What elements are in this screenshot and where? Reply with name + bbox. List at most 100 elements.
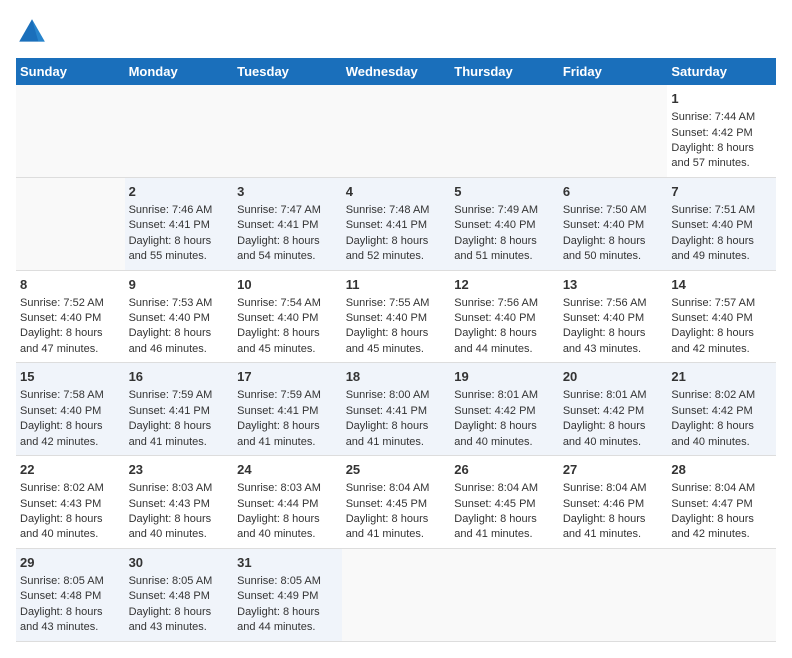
sunrise: Sunrise: 7:47 AM bbox=[237, 204, 321, 216]
calendar-cell: 10 Sunrise: 7:54 AM Sunset: 4:40 PM Dayligh… bbox=[233, 270, 342, 363]
header-day: Friday bbox=[559, 58, 668, 85]
sunset: Sunset: 4:43 PM bbox=[20, 498, 101, 510]
day-number: 11 bbox=[346, 276, 447, 294]
daylight: Daylight: 8 hours and 42 minutes. bbox=[671, 513, 754, 540]
calendar-cell: 5Sunrise: 7:49 AMSunset: 4:40 PMDaylight… bbox=[450, 177, 559, 270]
daylight: Daylight: 8 hours and 47 minutes. bbox=[20, 327, 103, 354]
daylight: Daylight: 8 hours and 44 minutes. bbox=[237, 606, 320, 633]
calendar-cell: 11Sunrise: 7:55 AMSunset: 4:40 PMDayligh… bbox=[342, 270, 451, 363]
sunrise: Sunrise: 7:52 AM bbox=[20, 297, 104, 309]
calendar-cell: 15Sunrise: 7:58 AMSunset: 4:40 PMDayligh… bbox=[16, 363, 125, 456]
sunrise: Sunrise: 7:46 AM bbox=[129, 204, 213, 216]
empty-cell bbox=[16, 85, 125, 177]
sunset: Sunset: 4:40 PM bbox=[20, 405, 101, 417]
header-day: Tuesday bbox=[233, 58, 342, 85]
sunset: Sunset: 4:41 PM bbox=[129, 219, 210, 231]
sunset: Sunset: 4:45 PM bbox=[346, 498, 427, 510]
calendar-cell: 18Sunrise: 8:00 AMSunset: 4:41 PMDayligh… bbox=[342, 363, 451, 456]
day-number: 13 bbox=[563, 276, 664, 294]
calendar-cell: 12Sunrise: 7:56 AMSunset: 4:40 PMDayligh… bbox=[450, 270, 559, 363]
calendar-row: 2Sunrise: 7:46 AMSunset: 4:41 PMDaylight… bbox=[16, 177, 776, 270]
calendar-table: SundayMondayTuesdayWednesdayThursdayFrid… bbox=[16, 58, 776, 642]
empty-cell bbox=[16, 177, 125, 270]
day-number: 16 bbox=[129, 368, 230, 386]
sunrise: Sunrise: 8:01 AM bbox=[454, 389, 538, 401]
header-day: Monday bbox=[125, 58, 234, 85]
sunset: Sunset: 4:40 PM bbox=[563, 312, 644, 324]
sunset: Sunset: 4:40 PM bbox=[671, 219, 752, 231]
calendar-row: 29 Sunrise: 8:05 AM Sunset: 4:48 PM Dayligh… bbox=[16, 548, 776, 641]
sunrise: Sunrise: 7:53 AM bbox=[129, 297, 213, 309]
day-number: 24 bbox=[237, 461, 338, 479]
sunset: Sunset: 4:42 PM bbox=[671, 405, 752, 417]
day-number: 19 bbox=[454, 368, 555, 386]
sunrise: Sunrise: 8:03 AM bbox=[237, 482, 321, 494]
sunrise: Sunrise: 8:01 AM bbox=[563, 389, 647, 401]
sunrise: Sunrise: 7:56 AM bbox=[563, 297, 647, 309]
sunrise: Sunrise: 7:50 AM bbox=[563, 204, 647, 216]
day-number: 4 bbox=[346, 183, 447, 201]
calendar-cell: 17Sunrise: 7:59 AMSunset: 4:41 PMDayligh… bbox=[233, 363, 342, 456]
header-day: Wednesday bbox=[342, 58, 451, 85]
calendar-body: 1Sunrise: 7:44 AMSunset: 4:42 PMDaylight… bbox=[16, 85, 776, 641]
calendar-cell: 20Sunrise: 8:01 AMSunset: 4:42 PMDayligh… bbox=[559, 363, 668, 456]
daylight: Daylight: 8 hours and 40 minutes. bbox=[454, 420, 537, 447]
calendar-cell: 16Sunrise: 7:59 AMSunset: 4:41 PMDayligh… bbox=[125, 363, 234, 456]
daylight: Daylight: 8 hours and 40 minutes. bbox=[20, 513, 103, 540]
sunrise: Sunrise: 8:02 AM bbox=[671, 389, 755, 401]
day-number: 26 bbox=[454, 461, 555, 479]
sunset: Sunset: 4:41 PM bbox=[129, 405, 210, 417]
calendar-row: 22Sunrise: 8:02 AMSunset: 4:43 PMDayligh… bbox=[16, 456, 776, 549]
sunrise: Sunrise: 7:57 AM bbox=[671, 297, 755, 309]
calendar-cell: 14Sunrise: 7:57 AMSunset: 4:40 PMDayligh… bbox=[667, 270, 776, 363]
sunrise: Sunrise: 8:05 AM bbox=[129, 575, 213, 587]
calendar-cell: 25Sunrise: 8:04 AMSunset: 4:45 PMDayligh… bbox=[342, 456, 451, 549]
sunrise: Sunrise: 7:51 AM bbox=[671, 204, 755, 216]
sunset: Sunset: 4:41 PM bbox=[346, 219, 427, 231]
day-number: 31 bbox=[237, 554, 338, 572]
sunrise: Sunrise: 8:04 AM bbox=[346, 482, 430, 494]
daylight: Daylight: 8 hours and 40 minutes. bbox=[129, 513, 212, 540]
daylight: Daylight: 8 hours and 44 minutes. bbox=[454, 327, 537, 354]
daylight: Daylight: 8 hours and 52 minutes. bbox=[346, 235, 429, 262]
daylight: Daylight: 8 hours and 40 minutes. bbox=[237, 513, 320, 540]
daylight: Daylight: 8 hours and 46 minutes. bbox=[129, 327, 212, 354]
sunset: Sunset: 4:45 PM bbox=[454, 498, 535, 510]
sunset: Sunset: 4:42 PM bbox=[454, 405, 535, 417]
daylight: Daylight: 8 hours and 42 minutes. bbox=[671, 327, 754, 354]
sunset: Sunset: 4:40 PM bbox=[671, 312, 752, 324]
day-number: 20 bbox=[563, 368, 664, 386]
sunrise: Sunrise: 7:59 AM bbox=[237, 389, 321, 401]
sunrise: Sunrise: 7:54 AM bbox=[237, 297, 321, 309]
day-number: 1 bbox=[671, 90, 772, 108]
calendar-cell: 31 Sunrise: 8:05 AM Sunset: 4:49 PM Dayligh… bbox=[233, 548, 342, 641]
sunset: Sunset: 4:41 PM bbox=[237, 219, 318, 231]
sunset: Sunset: 4:41 PM bbox=[346, 405, 427, 417]
calendar-cell: 29 Sunrise: 8:05 AM Sunset: 4:48 PM Dayligh… bbox=[16, 548, 125, 641]
sunrise: Sunrise: 8:05 AM bbox=[237, 575, 321, 587]
daylight: Daylight: 8 hours and 51 minutes. bbox=[454, 235, 537, 262]
calendar-cell: 8Sunrise: 7:52 AMSunset: 4:40 PMDaylight… bbox=[16, 270, 125, 363]
empty-cell bbox=[342, 548, 451, 641]
daylight: Daylight: 8 hours and 45 minutes. bbox=[237, 327, 320, 354]
daylight: Daylight: 8 hours and 40 minutes. bbox=[671, 420, 754, 447]
sunrise: Sunrise: 7:48 AM bbox=[346, 204, 430, 216]
sunrise: Sunrise: 7:59 AM bbox=[129, 389, 213, 401]
day-number: 30 bbox=[129, 554, 230, 572]
sunset: Sunset: 4:48 PM bbox=[20, 590, 101, 602]
day-number: 18 bbox=[346, 368, 447, 386]
sunrise: Sunrise: 8:05 AM bbox=[20, 575, 104, 587]
sunset: Sunset: 4:47 PM bbox=[671, 498, 752, 510]
sunset: Sunset: 4:49 PM bbox=[237, 590, 318, 602]
calendar-cell: 13Sunrise: 7:56 AMSunset: 4:40 PMDayligh… bbox=[559, 270, 668, 363]
header-day: Thursday bbox=[450, 58, 559, 85]
sunset: Sunset: 4:40 PM bbox=[237, 312, 318, 324]
daylight: Daylight: 8 hours and 41 minutes. bbox=[237, 420, 320, 447]
empty-cell bbox=[450, 85, 559, 177]
sunset: Sunset: 4:40 PM bbox=[129, 312, 210, 324]
day-number: 12 bbox=[454, 276, 555, 294]
day-number: 29 bbox=[20, 554, 121, 572]
daylight: Daylight: 8 hours and 43 minutes. bbox=[20, 606, 103, 633]
day-number: 10 bbox=[237, 276, 338, 294]
calendar-cell: 4 Sunrise: 7:48 AM Sunset: 4:41 PM Daylight… bbox=[342, 177, 451, 270]
